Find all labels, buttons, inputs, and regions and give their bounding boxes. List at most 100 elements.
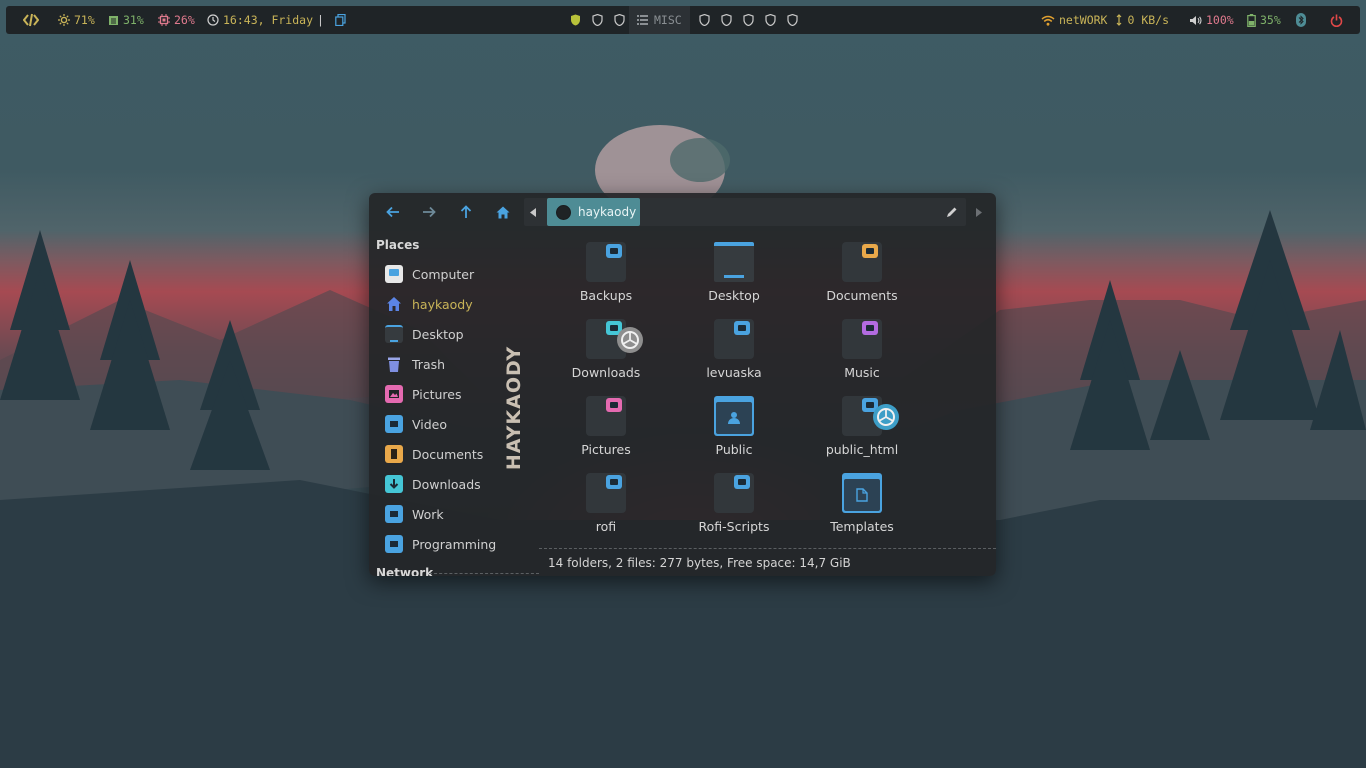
documents-icon bbox=[385, 445, 403, 463]
file-item-label: Backups bbox=[579, 288, 633, 303]
file-item-pictures[interactable]: Pictures bbox=[542, 387, 670, 464]
sidebar-item-label: Computer bbox=[412, 266, 475, 282]
workspace-2[interactable] bbox=[586, 6, 608, 34]
top-status-bar: 71% 31% 26% 16:43, Friday | MISC netWORK… bbox=[6, 6, 1360, 34]
file-item-label: public_html bbox=[825, 442, 899, 457]
triangle-left-icon bbox=[530, 207, 536, 217]
home-button[interactable] bbox=[491, 201, 515, 223]
sidebar-item-downloads[interactable]: Downloads bbox=[385, 471, 535, 497]
home-icon bbox=[496, 206, 510, 218]
file-item-public[interactable]: Public bbox=[670, 387, 798, 464]
file-item-label: Rofi-Scripts bbox=[698, 519, 770, 534]
sidebar-item-label: haykaody bbox=[412, 296, 473, 312]
folder-icon bbox=[586, 473, 626, 513]
sidebar-item-label: Programming bbox=[412, 536, 497, 552]
pictures-folder-icon bbox=[586, 396, 626, 436]
workspace-7[interactable] bbox=[737, 6, 759, 34]
bluetooth-icon bbox=[1296, 13, 1306, 27]
shield-icon bbox=[764, 14, 776, 26]
breadcrumb-label: haykaody bbox=[578, 205, 637, 219]
file-item-label: Templates bbox=[830, 519, 894, 534]
status-bar: 14 folders, 2 files: 277 bytes, Free spa… bbox=[539, 548, 996, 576]
workspace-3[interactable] bbox=[608, 6, 630, 34]
workspace-5[interactable] bbox=[693, 6, 715, 34]
arrow-right-icon bbox=[423, 206, 436, 218]
sidebar-item-programming[interactable]: Programming bbox=[385, 531, 535, 557]
sidebar-item-home[interactable]: haykaody bbox=[385, 291, 535, 317]
file-item-backups[interactable]: Backups bbox=[542, 233, 670, 310]
sidebar-item-computer[interactable]: Computer bbox=[385, 261, 535, 287]
workspace-8[interactable] bbox=[759, 6, 781, 34]
bluetooth-button[interactable] bbox=[1296, 6, 1306, 34]
shield-icon bbox=[720, 14, 732, 26]
file-item-label: levuaska bbox=[706, 365, 762, 380]
speaker-icon bbox=[1190, 15, 1202, 25]
forward-button[interactable] bbox=[417, 201, 441, 223]
file-manager-window: haykaody Places Computer haykaody Deskto… bbox=[369, 193, 996, 576]
places-header: Places bbox=[376, 238, 420, 252]
cpu-value: 26% bbox=[174, 13, 195, 27]
triangle-right-icon bbox=[976, 207, 982, 217]
network-speed: 0 KB/s bbox=[1127, 13, 1170, 27]
user-label-text: HAYKAODY bbox=[503, 345, 525, 471]
workspace-misc-label: MISC bbox=[654, 13, 682, 27]
documents-folder-icon bbox=[842, 242, 882, 282]
sidebar-item-work[interactable]: Work bbox=[385, 501, 535, 527]
folder-icon bbox=[586, 242, 626, 282]
arrow-up-icon bbox=[460, 205, 472, 218]
launcher-button[interactable] bbox=[23, 6, 39, 34]
clipboard-icon bbox=[335, 14, 346, 26]
file-item-documents[interactable]: Documents bbox=[798, 233, 926, 310]
clipboard-button[interactable] bbox=[335, 6, 346, 34]
clock: 16:43, Friday | bbox=[207, 6, 324, 34]
user-label-vertical: HAYKAODY bbox=[484, 345, 544, 471]
path-scroll-right[interactable] bbox=[969, 201, 989, 223]
file-item-downloads[interactable]: Downloads bbox=[542, 310, 670, 387]
workspace-misc[interactable]: MISC bbox=[629, 6, 690, 34]
file-item-label: Public bbox=[715, 442, 753, 457]
sidebar-item-label: Video bbox=[412, 416, 448, 432]
folder-icon bbox=[714, 473, 754, 513]
file-item-templates[interactable]: Templates bbox=[798, 464, 926, 541]
file-item-desktop[interactable]: Desktop bbox=[670, 233, 798, 310]
shared-link-icon bbox=[617, 327, 643, 353]
power-button[interactable] bbox=[1330, 6, 1343, 34]
breadcrumb-home[interactable]: haykaody bbox=[547, 198, 640, 226]
network-header: Network bbox=[376, 566, 434, 576]
sidebar-item-label: Desktop bbox=[412, 326, 464, 342]
user-avatar-icon bbox=[556, 204, 571, 220]
sidebar-item-label: Documents bbox=[412, 446, 484, 462]
file-item-music[interactable]: Music bbox=[798, 310, 926, 387]
folder-icon bbox=[714, 319, 754, 359]
up-button[interactable] bbox=[454, 201, 478, 223]
folder-icon bbox=[385, 535, 403, 553]
network-traffic-icon bbox=[1117, 14, 1122, 26]
battery-charging-icon bbox=[1247, 13, 1256, 27]
desktop-icon bbox=[385, 325, 403, 343]
file-item-label: Documents bbox=[826, 288, 898, 303]
file-item-label: Pictures bbox=[581, 442, 631, 457]
file-item-rofi-scripts[interactable]: Rofi-Scripts bbox=[670, 464, 798, 541]
network-name: netWORK bbox=[1059, 13, 1108, 27]
downloads-icon bbox=[385, 475, 403, 493]
shield-icon bbox=[613, 14, 625, 26]
sidebar-item-desktop[interactable]: Desktop bbox=[385, 321, 535, 347]
workspace-1[interactable] bbox=[564, 6, 586, 34]
file-item-public-html[interactable]: public_html bbox=[798, 387, 926, 464]
path-scroll-left[interactable] bbox=[523, 201, 543, 223]
file-item-levuaska[interactable]: levuaska bbox=[670, 310, 798, 387]
back-button[interactable] bbox=[381, 201, 405, 223]
network-indicator[interactable]: netWORK 0 KB/s bbox=[1041, 6, 1169, 34]
file-item-rofi[interactable]: rofi bbox=[542, 464, 670, 541]
shield-icon bbox=[698, 14, 710, 26]
memory-indicator: 31% bbox=[108, 6, 144, 34]
home-icon bbox=[385, 295, 403, 313]
volume-indicator[interactable]: 100% bbox=[1189, 6, 1234, 34]
public-folder-icon bbox=[714, 396, 754, 436]
workspace-9[interactable] bbox=[781, 6, 803, 34]
file-item-label: rofi bbox=[595, 519, 617, 534]
edit-path-button[interactable] bbox=[940, 201, 964, 223]
sidebar-item-label: Downloads bbox=[412, 476, 481, 492]
shield-icon bbox=[591, 14, 603, 26]
workspace-6[interactable] bbox=[715, 6, 737, 34]
